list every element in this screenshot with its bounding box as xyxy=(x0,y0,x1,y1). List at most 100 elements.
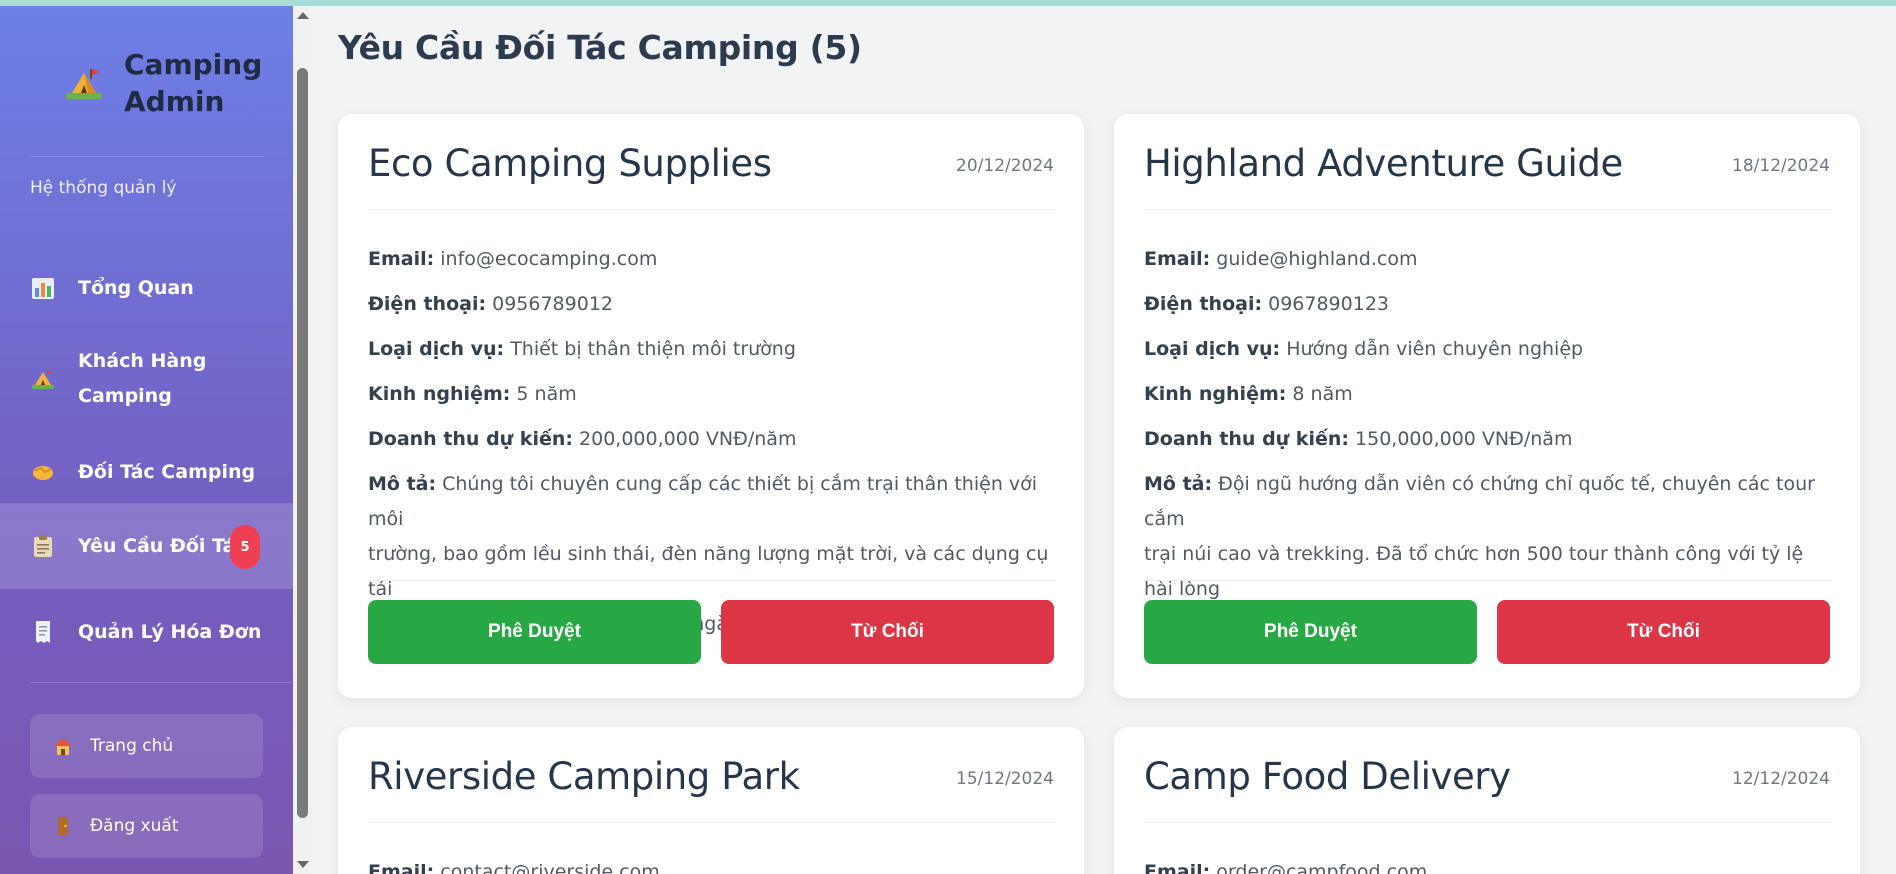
sidebar-item-label: Quản Lý Hóa Đơn xyxy=(78,620,262,643)
service-row: Loại dịch vụ: Thiết bị thân thiện môi tr… xyxy=(368,332,1054,367)
sidebar-item-partners[interactable]: Đối Tác Camping xyxy=(0,436,293,508)
revenue-row: Doanh thu dự kiến: 200,000,000 VNĐ/năm xyxy=(368,422,1054,457)
request-date: 12/12/2024 xyxy=(1732,769,1830,789)
sidebar-item-invoices[interactable]: Quản Lý Hóa Đơn xyxy=(0,596,293,668)
phone-label: Điện thoại: xyxy=(368,293,487,315)
home-button-label: Trang chủ xyxy=(90,736,174,756)
sidebar-item-label: Đối Tác Camping xyxy=(78,460,256,483)
service-label: Loại dịch vụ: xyxy=(1144,338,1281,360)
sidebar-scrollbar[interactable] xyxy=(293,6,312,874)
home-button[interactable]: Trang chủ xyxy=(30,714,263,778)
brand-title-line1: Camping xyxy=(124,48,263,81)
email-label: Email: xyxy=(1144,248,1211,270)
logout-button-label: Đăng xuất xyxy=(90,816,179,836)
scroll-down-arrow-icon[interactable] xyxy=(297,861,309,868)
experience-row: Kinh nghiệm: 5 năm xyxy=(368,377,1054,412)
sidebar-item-customers[interactable]: Khách Hàng Camping xyxy=(0,336,293,422)
brand-subtitle: Hệ thống quản lý xyxy=(30,178,177,198)
card-divider xyxy=(368,209,1054,210)
brand[interactable]: Camping Admin xyxy=(64,46,262,120)
card-divider xyxy=(1144,209,1830,210)
home-icon xyxy=(52,735,74,757)
card-divider xyxy=(1144,822,1830,823)
page-title: Yêu Cầu Đối Tác Camping (5) xyxy=(338,28,862,67)
partner-request-card: Eco Camping Supplies 20/12/2024 Email: i… xyxy=(338,114,1084,698)
card-footer-divider xyxy=(368,580,1054,581)
description-line: Chúng tôi chuyên cung cấp các thiết bị c… xyxy=(368,473,1038,530)
card-header: Camp Food Delivery 12/12/2024 xyxy=(1144,755,1830,817)
door-icon xyxy=(52,815,74,837)
service-value: Hướng dẫn viên chuyên nghiệp xyxy=(1286,338,1584,360)
service-row: Loại dịch vụ: Hướng dẫn viên chuyên nghi… xyxy=(1144,332,1830,367)
description-label: Mô tả: xyxy=(368,473,437,495)
card-footer-divider xyxy=(1144,580,1830,581)
logout-button[interactable]: Đăng xuất xyxy=(30,794,263,858)
revenue-row: Doanh thu dự kiến: 150,000,000 VNĐ/năm xyxy=(1144,422,1830,457)
phone-value: 0956789012 xyxy=(492,293,613,315)
sidebar: Camping Admin Hệ thống quản lý Tổng Quan… xyxy=(0,6,293,874)
experience-value: 8 năm xyxy=(1292,383,1353,405)
sidebar-divider xyxy=(30,682,292,683)
request-date: 15/12/2024 xyxy=(956,769,1054,789)
scrollbar-thumb[interactable] xyxy=(297,68,308,818)
service-value: Thiết bị thân thiện môi trường xyxy=(510,338,796,360)
phone-value: 0967890123 xyxy=(1268,293,1389,315)
email-row: Email: contact@riverside.com xyxy=(368,855,1054,874)
description-line: trường, bao gồm lều sinh thái, đèn năng … xyxy=(368,543,1049,600)
phone-label: Điện thoại: xyxy=(1144,293,1263,315)
email-value: guide@highland.com xyxy=(1216,248,1418,270)
sidebar-item-partner-requests[interactable]: Yêu Cầu Đối Tác 5 xyxy=(0,503,293,589)
email-row: Email: order@campfood.com xyxy=(1144,855,1830,874)
camping-tent-icon xyxy=(64,63,104,103)
sidebar-item-label-line2: Camping xyxy=(78,385,172,407)
bar-chart-icon xyxy=(30,275,56,301)
approve-button[interactable]: Phê Duyệt xyxy=(368,600,701,664)
phone-row: Điện thoại: 0967890123 xyxy=(1144,287,1830,322)
email-row: Email: guide@highland.com xyxy=(1144,242,1830,277)
sidebar-item-label-line1: Khách Hàng xyxy=(78,350,207,372)
email-row: Email: info@ecocamping.com xyxy=(368,242,1054,277)
brand-title-line2: Admin xyxy=(124,85,225,118)
scroll-up-arrow-icon[interactable] xyxy=(297,12,309,19)
experience-value: 5 năm xyxy=(516,383,577,405)
receipt-icon xyxy=(30,619,56,645)
partner-request-card: Highland Adventure Guide 18/12/2024 Emai… xyxy=(1114,114,1860,698)
sidebar-item-label: Tổng Quan xyxy=(78,276,194,299)
experience-label: Kinh nghiệm: xyxy=(368,383,511,405)
sidebar-item-label: Yêu Cầu Đối Tác xyxy=(78,534,247,557)
revenue-value: 150,000,000 VNĐ/năm xyxy=(1355,428,1573,450)
card-header: Eco Camping Supplies 20/12/2024 xyxy=(368,142,1054,204)
description-label: Mô tả: xyxy=(1144,473,1213,495)
request-date: 20/12/2024 xyxy=(956,156,1054,176)
experience-label: Kinh nghiệm: xyxy=(1144,383,1287,405)
card-header: Highland Adventure Guide 18/12/2024 xyxy=(1144,142,1830,204)
approve-button[interactable]: Phê Duyệt xyxy=(1144,600,1477,664)
email-label: Email: xyxy=(1144,861,1211,874)
email-value: info@ecocamping.com xyxy=(440,248,658,270)
partner-name: Riverside Camping Park xyxy=(368,755,800,798)
card-header: Riverside Camping Park 15/12/2024 xyxy=(368,755,1054,817)
email-value: order@campfood.com xyxy=(1216,861,1428,874)
reject-button[interactable]: Từ Chối xyxy=(721,600,1054,664)
email-value: contact@riverside.com xyxy=(440,861,660,874)
brand-divider xyxy=(30,156,264,157)
partner-name: Eco Camping Supplies xyxy=(368,142,772,185)
request-date: 18/12/2024 xyxy=(1732,156,1830,176)
camping-tent-icon xyxy=(30,366,56,392)
description-line: Đội ngũ hướng dẫn viên có chứng chỉ quốc… xyxy=(1144,473,1815,530)
partner-request-card: Camp Food Delivery 12/12/2024 Email: ord… xyxy=(1114,727,1860,874)
revenue-label: Doanh thu dự kiến: xyxy=(1144,428,1349,450)
service-label: Loại dịch vụ: xyxy=(368,338,505,360)
revenue-value: 200,000,000 VNĐ/năm xyxy=(579,428,797,450)
clipboard-icon xyxy=(30,533,56,559)
partner-name: Camp Food Delivery xyxy=(1144,755,1511,798)
sidebar-item-overview[interactable]: Tổng Quan xyxy=(0,252,293,324)
email-label: Email: xyxy=(368,861,435,874)
experience-row: Kinh nghiệm: 8 năm xyxy=(1144,377,1830,412)
description-line: trại núi cao và trekking. Đã tổ chức hơn… xyxy=(1144,543,1804,600)
card-divider xyxy=(368,822,1054,823)
email-label: Email: xyxy=(368,248,435,270)
partner-name: Highland Adventure Guide xyxy=(1144,142,1623,185)
reject-button[interactable]: Từ Chối xyxy=(1497,600,1830,664)
handshake-icon xyxy=(30,459,56,485)
